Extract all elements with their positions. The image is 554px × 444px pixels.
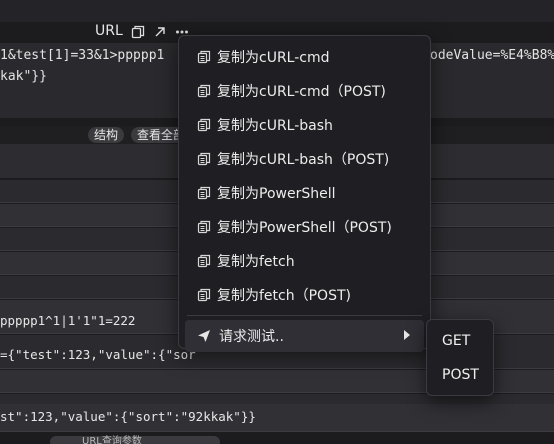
menu-item-copy-fetch[interactable]: 复制为fetch (179, 244, 430, 278)
menu-item-copy-powershell[interactable]: 复制为PowerShell (179, 176, 430, 210)
menu-item-label: 复制为fetch (217, 254, 295, 270)
url-text-line-1-right: odeValue=%E4%B8% (430, 48, 554, 63)
menu-item-copy-curl-bash[interactable]: 复制为cURL-bash (179, 108, 430, 142)
url-text-line-2: kak"}} (0, 69, 47, 84)
row-value: ={"test":123,"value":{"sor (0, 347, 196, 362)
submenu-item-post[interactable]: POST (427, 358, 493, 392)
row-value: ppppp1^1|1'1"1=222 (0, 313, 136, 328)
send-icon (197, 329, 211, 343)
menu-item-label: 请求测试.. (219, 329, 284, 345)
menu-item-label: 复制为cURL-cmd（POST) (217, 84, 386, 100)
copy-icon[interactable] (130, 24, 146, 40)
copy-icon (197, 50, 211, 64)
copy-icon (197, 220, 211, 234)
copy-icon (197, 152, 211, 166)
menu-item-label: 复制为cURL-bash（POST) (217, 152, 390, 168)
url-text-line-1: 1&test[1]=33&1>ppppp1 (0, 48, 165, 63)
copy-icon (197, 254, 211, 268)
menu-item-label: 复制为cURL-cmd (217, 50, 330, 66)
top-bar (0, 0, 554, 22)
menu-item-label: 复制为PowerShell（POST) (217, 220, 392, 236)
menu-item-request-test[interactable]: 请求测试.. (185, 320, 424, 352)
menu-item-label: 复制为cURL-bash (217, 118, 333, 134)
menu-item-copy-powershell-post[interactable]: 复制为PowerShell（POST) (179, 210, 430, 244)
copy-icon (197, 288, 211, 302)
copy-icon (197, 186, 211, 200)
bottom-tab-fragment[interactable]: URL查询参数 (50, 436, 220, 444)
app-window: URL 1&test[1]=33&1>ppppp1 odeValue=%E4%B… (0, 0, 554, 444)
submenu-item-get[interactable]: GET (427, 324, 493, 358)
menu-separator (187, 315, 422, 316)
menu-item-copy-curl-bash-post[interactable]: 复制为cURL-bash（POST) (179, 142, 430, 176)
tab-structure[interactable]: 结构 (88, 127, 125, 143)
copy-icon (197, 84, 211, 98)
menu-item-label: 复制为PowerShell (217, 186, 336, 202)
context-menu: 复制为cURL-cmd 复制为cURL-cmd（POST) 复制为cURL-ba… (178, 35, 431, 352)
menu-item-copy-fetch-post[interactable]: 复制为fetch（POST) (179, 278, 430, 312)
external-link-icon[interactable] (152, 24, 168, 40)
copy-icon (197, 118, 211, 132)
menu-item-copy-curl-cmd[interactable]: 复制为cURL-cmd (179, 40, 430, 74)
menu-item-copy-curl-cmd-post[interactable]: 复制为cURL-cmd（POST) (179, 74, 430, 108)
row-value: st":123,"value":{"sort":"92kkak"}} (0, 409, 256, 424)
request-method-submenu: GET POST (426, 319, 494, 396)
menu-item-label: 复制为fetch（POST) (217, 288, 351, 304)
chevron-right-icon (404, 330, 410, 340)
url-label: URL (95, 23, 123, 39)
